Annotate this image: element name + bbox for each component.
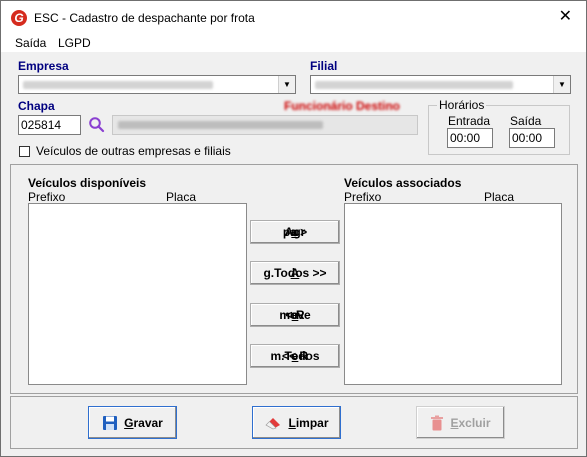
filial-value-redacted [315, 81, 513, 89]
associados-title: Veículos associados [344, 176, 462, 190]
empresa-label: Empresa [18, 59, 69, 73]
dropdown-arrow-icon[interactable]: ▼ [553, 76, 570, 93]
entrada-input[interactable]: 00:00 [447, 128, 493, 148]
saida-input[interactable]: 00:00 [509, 128, 555, 148]
limpar-label: impar [295, 415, 329, 430]
filial-label: Filial [310, 59, 338, 73]
excluir-button[interactable]: Excluir [416, 406, 505, 439]
menu-saida[interactable]: Saída [15, 36, 46, 50]
title-bar: G ESC - Cadastro de despachante por frot… [1, 1, 586, 34]
trash-icon [431, 415, 444, 430]
funcionario-value-redacted [118, 121, 323, 129]
entrada-label: Entrada [448, 114, 491, 128]
associados-list[interactable] [344, 203, 562, 385]
gravar-button[interactable]: Gravar [88, 406, 177, 439]
rem-todos-post: m.Todos [270, 349, 320, 363]
remove-button[interactable]: < Re move [250, 303, 340, 327]
filial-select[interactable]: ▼ [310, 75, 571, 94]
menu-bar: Saída LGPD [1, 34, 586, 52]
agrupa-button[interactable]: Agr u pa > [250, 220, 340, 244]
close-icon[interactable]: ✕ [559, 8, 572, 26]
excluir-mnemonic: E [450, 415, 459, 430]
ag-todos-button[interactable]: Ag.Todos >> [250, 261, 340, 285]
outras-empresas-label: Veículos de outras empresas e filiais [36, 144, 231, 158]
gravar-label: ravar [133, 415, 163, 430]
limpar-button[interactable]: Limpar [252, 406, 341, 439]
disponiveis-title: Veículos disponíveis [28, 176, 147, 190]
main-window: G ESC - Cadastro de despachante por frot… [0, 0, 587, 457]
remove-post: move [279, 308, 311, 322]
ag-todos-post: g.Todos >> [263, 266, 327, 280]
associados-col-placa: Placa [484, 190, 515, 204]
disponiveis-list[interactable] [28, 203, 247, 385]
disponiveis-col-prefixo: Prefixo [28, 190, 66, 204]
empresa-select[interactable]: ▼ [18, 75, 296, 94]
saida-label: Saída [510, 114, 542, 128]
limpar-mnemonic: L [288, 415, 296, 430]
search-icon[interactable] [88, 116, 105, 133]
chapa-label: Chapa [18, 99, 55, 113]
funcionario-label: Funcionário Destino [284, 99, 401, 113]
save-icon [103, 415, 118, 430]
excluir-label: xcluir [458, 415, 491, 430]
chapa-input[interactable]: 025814 [18, 115, 81, 135]
menu-lgpd[interactable]: LGPD [58, 36, 91, 50]
empresa-value-redacted [23, 81, 213, 89]
agrupa-post: pa > [282, 225, 308, 239]
outras-empresas-checkbox[interactable] [19, 146, 30, 157]
rem-todos-button[interactable]: << Re m.Todos [250, 344, 340, 368]
associados-col-prefixo: Prefixo [344, 190, 382, 204]
app-logo-icon: G [11, 10, 27, 26]
funcionario-field [112, 115, 418, 135]
window-title: ESC - Cadastro de despachante por frota [34, 11, 255, 25]
disponiveis-col-placa: Placa [166, 190, 197, 204]
eraser-icon [265, 417, 281, 429]
dropdown-arrow-icon[interactable]: ▼ [278, 76, 295, 93]
horarios-title: Horários [437, 98, 487, 112]
